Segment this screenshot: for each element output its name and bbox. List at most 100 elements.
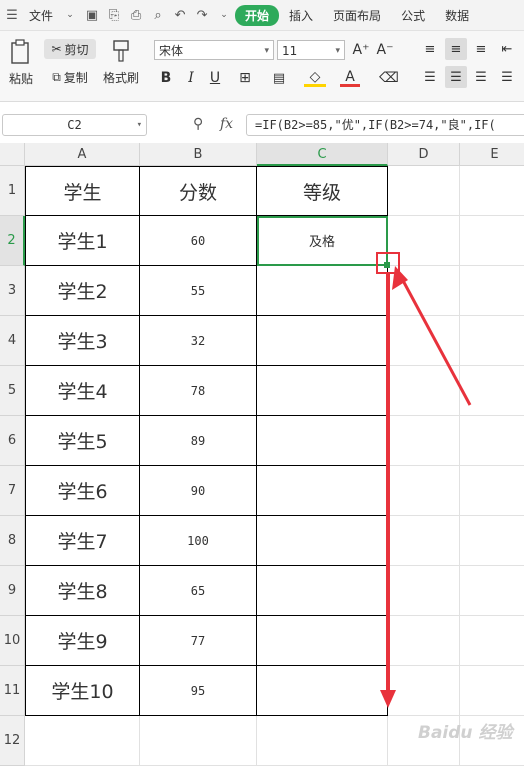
column-header-c[interactable]: C (257, 143, 388, 166)
student-cell[interactable]: 学生6 (25, 466, 140, 516)
zoom-formula-icon[interactable]: ⚲ (193, 116, 203, 132)
column-header-e[interactable]: E (460, 143, 524, 166)
row-header-6[interactable]: 6 (0, 416, 25, 466)
student-cell[interactable]: 学生4 (25, 366, 140, 416)
tab-home[interactable]: 开始 (235, 4, 280, 26)
conditional-format-icon[interactable]: ▤ (268, 69, 290, 87)
align-top-icon[interactable]: ≡ (421, 40, 439, 58)
bold-icon[interactable]: B (158, 69, 174, 87)
chevron-down-icon[interactable]: ⌄ (62, 7, 78, 23)
table-cell[interactable] (460, 216, 524, 266)
table-cell[interactable] (388, 666, 460, 716)
table-cell[interactable] (388, 166, 460, 216)
row-header-9[interactable]: 9 (0, 566, 25, 616)
score-cell[interactable]: 78 (140, 366, 257, 416)
table-cell[interactable] (388, 216, 460, 266)
underline-icon[interactable]: U (207, 69, 223, 87)
row-header-2[interactable]: 2 (0, 216, 25, 266)
table-cell[interactable] (388, 316, 460, 366)
align-left-icon[interactable]: ☰ (421, 68, 439, 86)
customize-dropdown-icon[interactable]: ⌄ (216, 7, 232, 23)
header-cell[interactable]: 学生 (25, 166, 140, 216)
header-cell[interactable]: 分数 (140, 166, 257, 216)
row-header-11[interactable]: 11 (0, 666, 25, 716)
row-header-8[interactable]: 8 (0, 516, 25, 566)
grade-cell[interactable] (257, 266, 388, 316)
tab-insert[interactable]: 插入 (279, 7, 323, 24)
table-cell[interactable] (140, 716, 257, 766)
copy-button[interactable]: ⧉ 复制 (46, 67, 94, 87)
cut-button[interactable]: ✂ 剪切 (44, 39, 96, 59)
table-cell[interactable] (460, 466, 524, 516)
align-middle-icon[interactable]: ≡ (445, 38, 467, 60)
score-cell[interactable]: 32 (140, 316, 257, 366)
row-header-1[interactable]: 1 (0, 166, 25, 216)
score-cell[interactable]: 89 (140, 416, 257, 466)
undo-icon[interactable]: ↶ (172, 7, 188, 23)
grade-cell[interactable] (257, 316, 388, 366)
font-name-select[interactable]: 宋体 ▾ (154, 40, 274, 60)
table-cell[interactable] (257, 716, 388, 766)
student-cell[interactable]: 学生10 (25, 666, 140, 716)
header-cell[interactable]: 等级 (257, 166, 388, 216)
font-size-select[interactable]: 11 ▾ (277, 40, 345, 60)
table-cell[interactable] (388, 266, 460, 316)
score-cell[interactable]: 77 (140, 616, 257, 666)
row-header-5[interactable]: 5 (0, 366, 25, 416)
table-cell[interactable] (388, 566, 460, 616)
table-cell[interactable] (388, 616, 460, 666)
increase-font-icon[interactable]: A⁺ (352, 40, 370, 60)
table-cell[interactable] (388, 366, 460, 416)
decrease-font-icon[interactable]: A⁻ (376, 40, 394, 60)
paste-button[interactable]: 粘贴 (3, 39, 39, 87)
print-preview-icon[interactable]: ⌕ (150, 7, 166, 23)
row-header-10[interactable]: 10 (0, 616, 25, 666)
grade-cell[interactable] (257, 616, 388, 666)
fill-color-icon[interactable]: ◇ (304, 69, 326, 87)
table-cell[interactable] (25, 716, 140, 766)
save-icon[interactable]: ▣ (84, 7, 100, 23)
row-header-4[interactable]: 4 (0, 316, 25, 366)
table-cell[interactable] (388, 416, 460, 466)
table-cell[interactable] (460, 616, 524, 666)
column-header-d[interactable]: D (388, 143, 460, 166)
hamburger-menu-icon[interactable]: ☰ (4, 7, 20, 23)
format-painter-button[interactable]: 格式刷 (100, 39, 142, 86)
tab-formulas[interactable]: 公式 (391, 7, 435, 24)
file-menu[interactable]: 文件 (23, 7, 59, 24)
fx-icon[interactable]: fx (220, 116, 233, 132)
score-cell[interactable]: 65 (140, 566, 257, 616)
select-all-corner[interactable] (0, 143, 25, 166)
score-cell[interactable]: 90 (140, 466, 257, 516)
align-bottom-icon[interactable]: ≡ (472, 40, 490, 58)
clear-format-icon[interactable]: ⌫ (378, 69, 400, 87)
font-color-icon[interactable]: A (340, 69, 360, 87)
grade-cell[interactable] (257, 416, 388, 466)
score-cell[interactable]: 100 (140, 516, 257, 566)
tab-page-layout[interactable]: 页面布局 (323, 7, 391, 24)
table-cell[interactable] (460, 266, 524, 316)
student-cell[interactable]: 学生9 (25, 616, 140, 666)
row-header-7[interactable]: 7 (0, 466, 25, 516)
grade-cell[interactable] (257, 666, 388, 716)
column-header-b[interactable]: B (140, 143, 257, 166)
print-icon[interactable]: ⎙ (128, 7, 144, 23)
selected-cell-c2[interactable]: 及格 (257, 216, 388, 266)
student-cell[interactable]: 学生3 (25, 316, 140, 366)
table-cell[interactable] (388, 466, 460, 516)
table-cell[interactable] (388, 516, 460, 566)
save-cloud-icon[interactable]: ⎘ (106, 7, 122, 23)
table-cell[interactable] (460, 416, 524, 466)
student-cell[interactable]: 学生5 (25, 416, 140, 466)
table-cell[interactable] (460, 366, 524, 416)
score-cell[interactable]: 60 (140, 216, 257, 266)
formula-input[interactable]: =IF(B2>=85,"优",IF(B2>=74,"良",IF( (246, 114, 524, 136)
table-cell[interactable] (460, 516, 524, 566)
row-header-3[interactable]: 3 (0, 266, 25, 316)
grade-cell[interactable] (257, 566, 388, 616)
grade-cell[interactable] (257, 516, 388, 566)
tab-data[interactable]: 数据 (435, 7, 479, 24)
table-cell[interactable] (460, 566, 524, 616)
score-cell[interactable]: 55 (140, 266, 257, 316)
table-cell[interactable] (460, 316, 524, 366)
